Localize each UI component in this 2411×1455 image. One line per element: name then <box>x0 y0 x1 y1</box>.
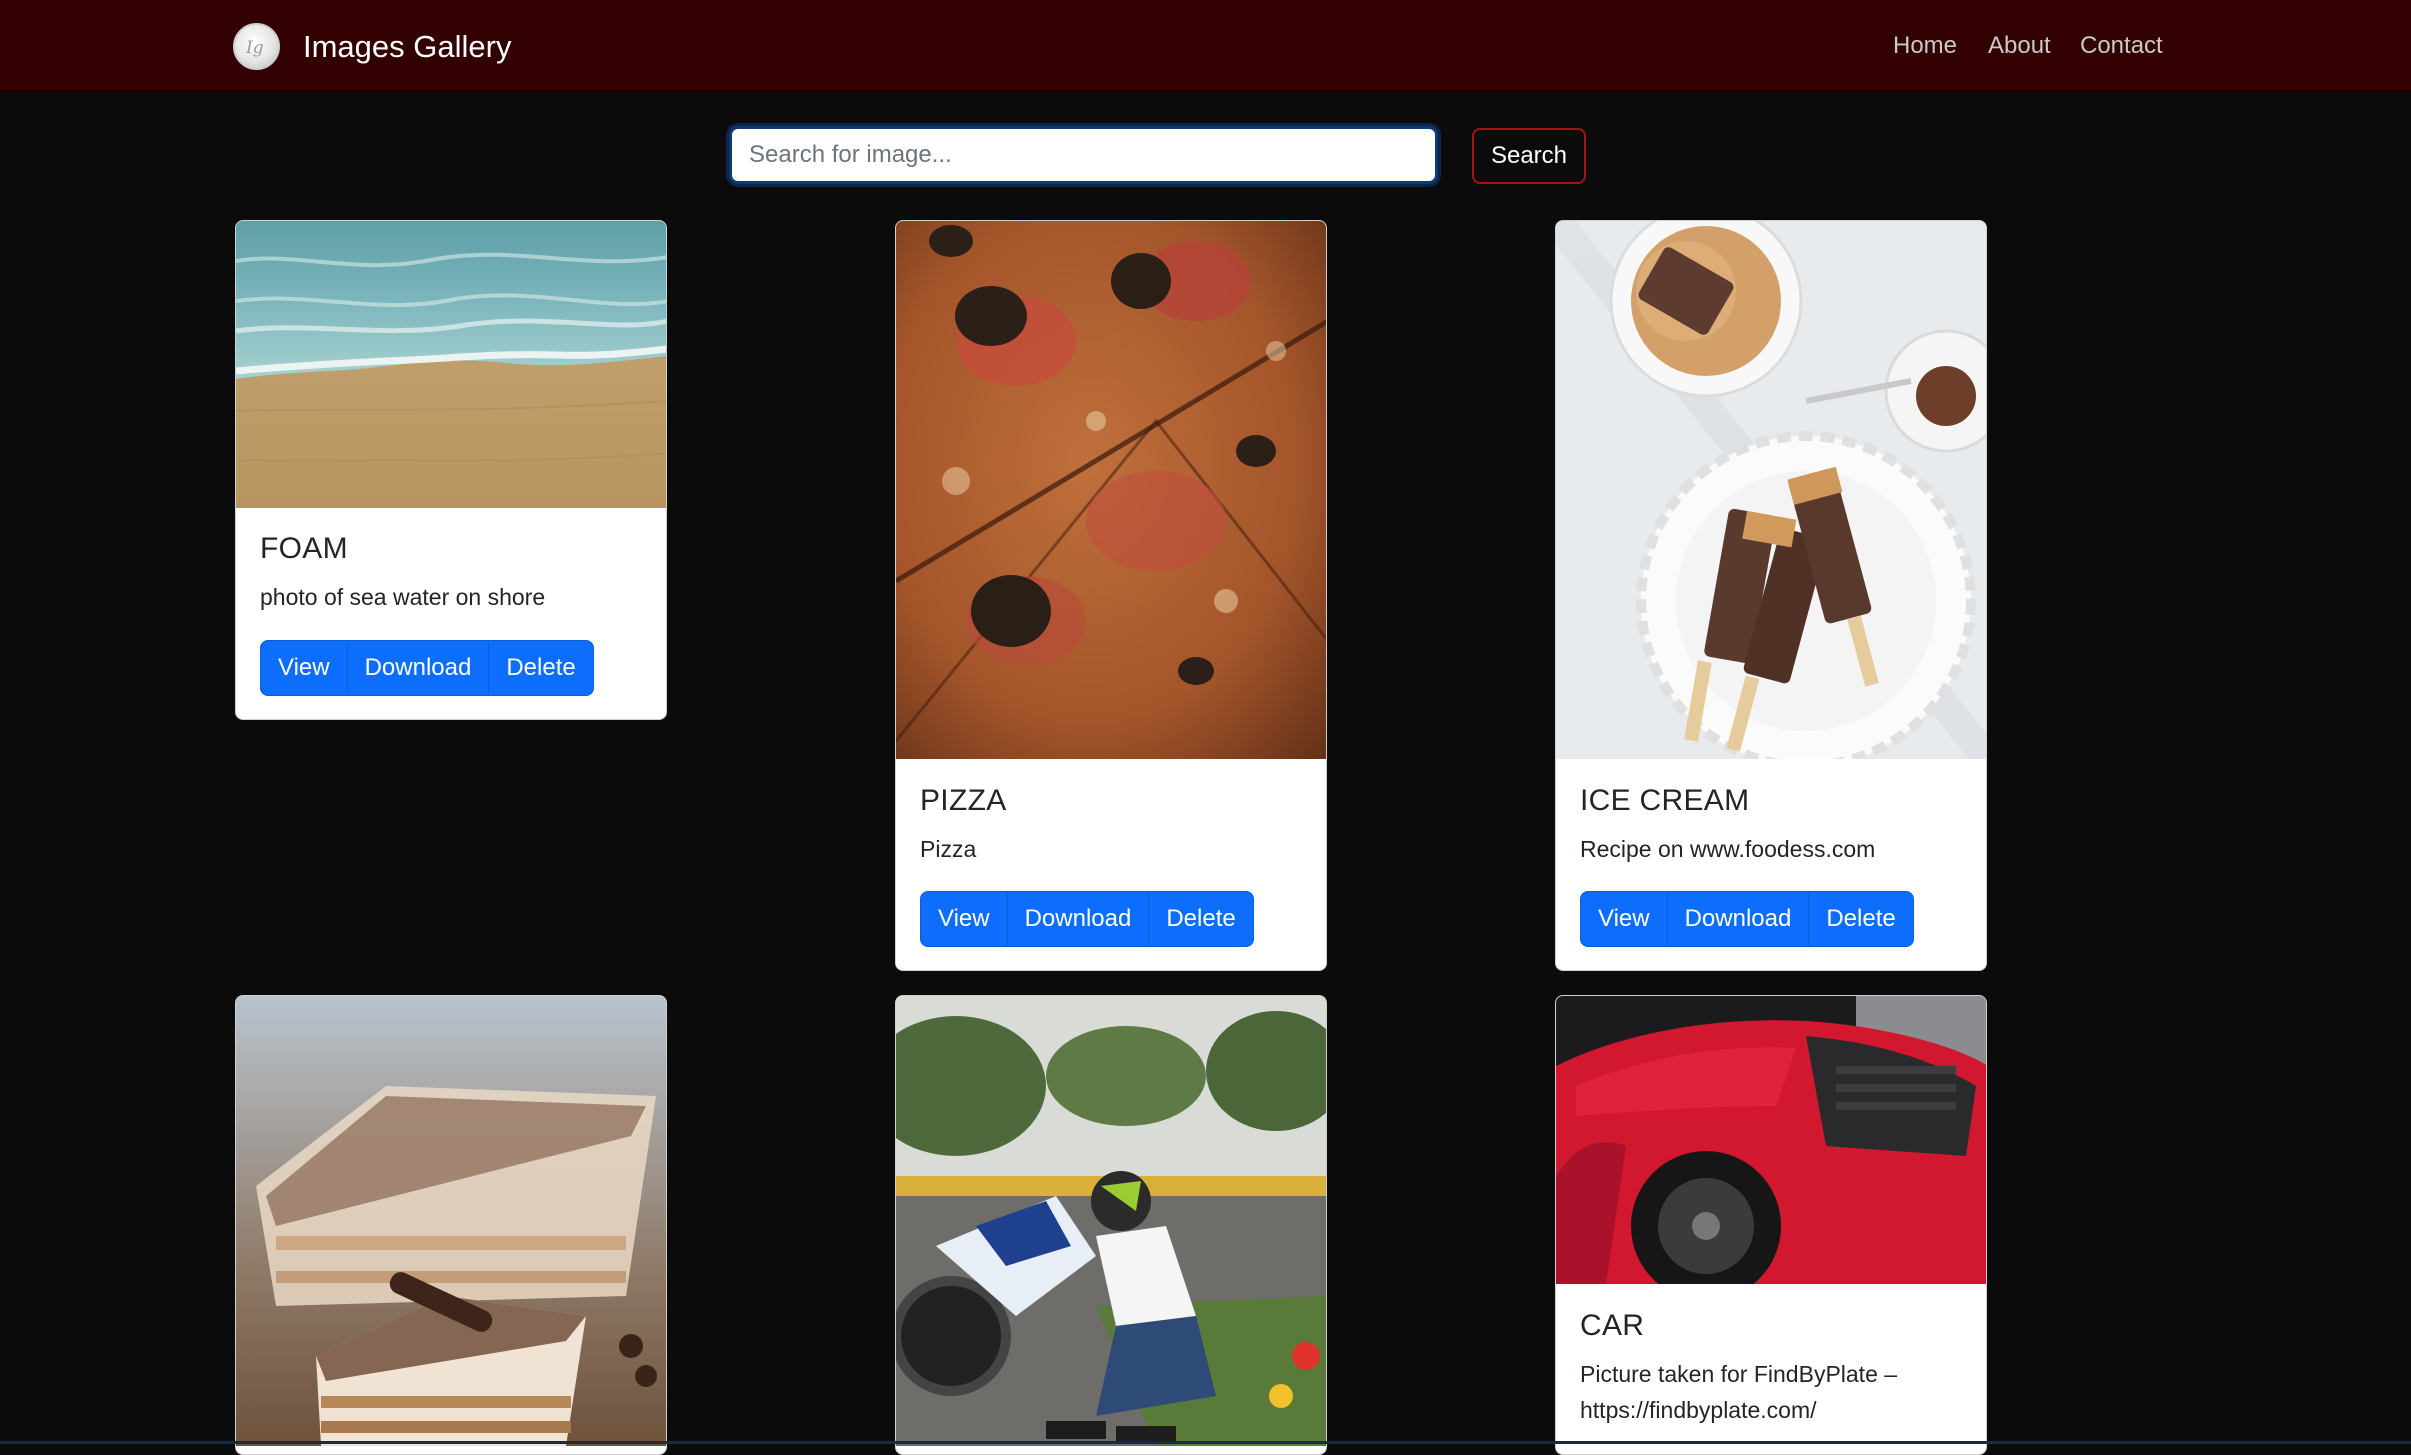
delete-button[interactable]: Delete <box>488 640 594 696</box>
card-description: Pizza <box>920 836 977 862</box>
sea-shore-photo[interactable] <box>236 221 666 508</box>
card-button-group: View Download Delete <box>1580 891 1914 947</box>
image-card-pizza: PIZZA Pizza View Download Delete <box>895 220 1327 971</box>
delete-button[interactable]: Delete <box>1808 891 1914 947</box>
image-card-car: CAR Picture taken for FindByPlate – http… <box>1555 995 1987 1455</box>
brand-title[interactable]: Images Gallery <box>303 28 511 66</box>
card-title: ICE CREAM <box>1580 784 1750 817</box>
card-description: photo of sea water on shore <box>260 584 546 610</box>
download-button[interactable]: Download <box>346 640 490 696</box>
card-description: Picture taken for FindByPlate – https://… <box>1580 1361 1898 1423</box>
nav-link-contact[interactable]: Contact <box>2080 30 2163 62</box>
search-input[interactable] <box>729 126 1438 184</box>
svg-text:Ig: Ig <box>245 38 264 58</box>
image-card-cake <box>235 995 667 1455</box>
card-description: Recipe on www.foodess.com <box>1580 836 1876 862</box>
motorcycle-rider-photo[interactable] <box>896 996 1326 1446</box>
ice-cream-photo[interactable] <box>1556 221 1986 759</box>
card-title: PIZZA <box>920 784 1007 817</box>
image-card-motorcycle <box>895 995 1327 1455</box>
red-sports-car-photo[interactable] <box>1556 996 1986 1284</box>
download-button[interactable]: Download <box>1666 891 1810 947</box>
delete-button[interactable]: Delete <box>1148 891 1254 947</box>
card-button-group: View Download Delete <box>260 640 594 696</box>
card-title: CAR <box>1580 1309 1645 1342</box>
card-title: FOAM <box>260 532 348 565</box>
view-button[interactable]: View <box>1580 891 1668 947</box>
download-button[interactable]: Download <box>1006 891 1150 947</box>
card-button-group: View Download Delete <box>920 891 1254 947</box>
nav-link-home[interactable]: Home <box>1893 30 1957 62</box>
image-card-ice-cream: ICE CREAM Recipe on www.foodess.com View… <box>1555 220 1987 971</box>
search-button[interactable]: Search <box>1472 128 1586 184</box>
navbar: Ig Images Gallery Home About Contact <box>0 0 2411 92</box>
cake-photo[interactable] <box>236 996 666 1446</box>
nav-link-about[interactable]: About <box>1988 30 2051 62</box>
gallery-logo-icon[interactable]: Ig <box>233 23 280 70</box>
view-button[interactable]: View <box>920 891 1008 947</box>
image-card-foam: FOAM photo of sea water on shore View Do… <box>235 220 667 720</box>
pizza-photo[interactable] <box>896 221 1326 759</box>
view-button[interactable]: View <box>260 640 348 696</box>
